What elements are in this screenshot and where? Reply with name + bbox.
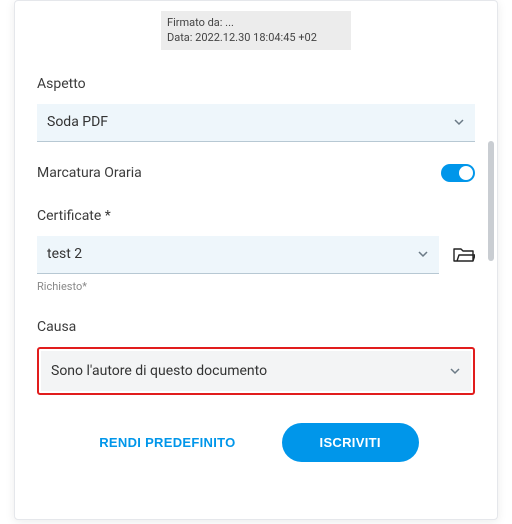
signature-date-line: Data: 2022.12.30 18:04:45 +02 [167,30,345,45]
chevron-down-icon [453,116,465,128]
signature-signer-line: Firmato da: ... [167,15,345,30]
reason-highlight-box: Sono l'autore di questo documento [37,347,475,395]
appearance-value: Soda PDF [47,114,108,130]
chevron-down-icon [417,248,429,260]
reason-select[interactable]: Sono l'autore di questo documento [41,351,471,391]
scrollbar-thumb[interactable] [488,141,494,261]
browse-folder-button[interactable] [453,244,475,266]
certificate-select[interactable]: test 2 [37,236,439,274]
appearance-label: Aspetto [37,76,475,92]
scrollbar[interactable] [488,81,494,301]
timestamp-toggle[interactable] [441,164,475,182]
reason-value: Sono l'autore di questo documento [51,363,267,379]
chevron-down-icon [449,365,461,377]
submit-button[interactable]: ISCRIVITI [282,423,419,462]
reason-label: Causa [37,319,475,335]
certificate-helper: Richiesto* [37,280,475,293]
signature-settings-panel: Firmato da: ... Data: 2022.12.30 18:04:4… [14,0,498,520]
certificate-label: Certificate * [37,208,475,224]
timestamp-label: Marcatura Oraria [37,165,142,181]
certificate-value: test 2 [47,246,82,262]
make-default-button[interactable]: RENDI PREDEFINITO [93,425,241,460]
signature-preview-box: Firmato da: ... Data: 2022.12.30 18:04:4… [161,11,351,50]
appearance-select[interactable]: Soda PDF [37,104,475,142]
